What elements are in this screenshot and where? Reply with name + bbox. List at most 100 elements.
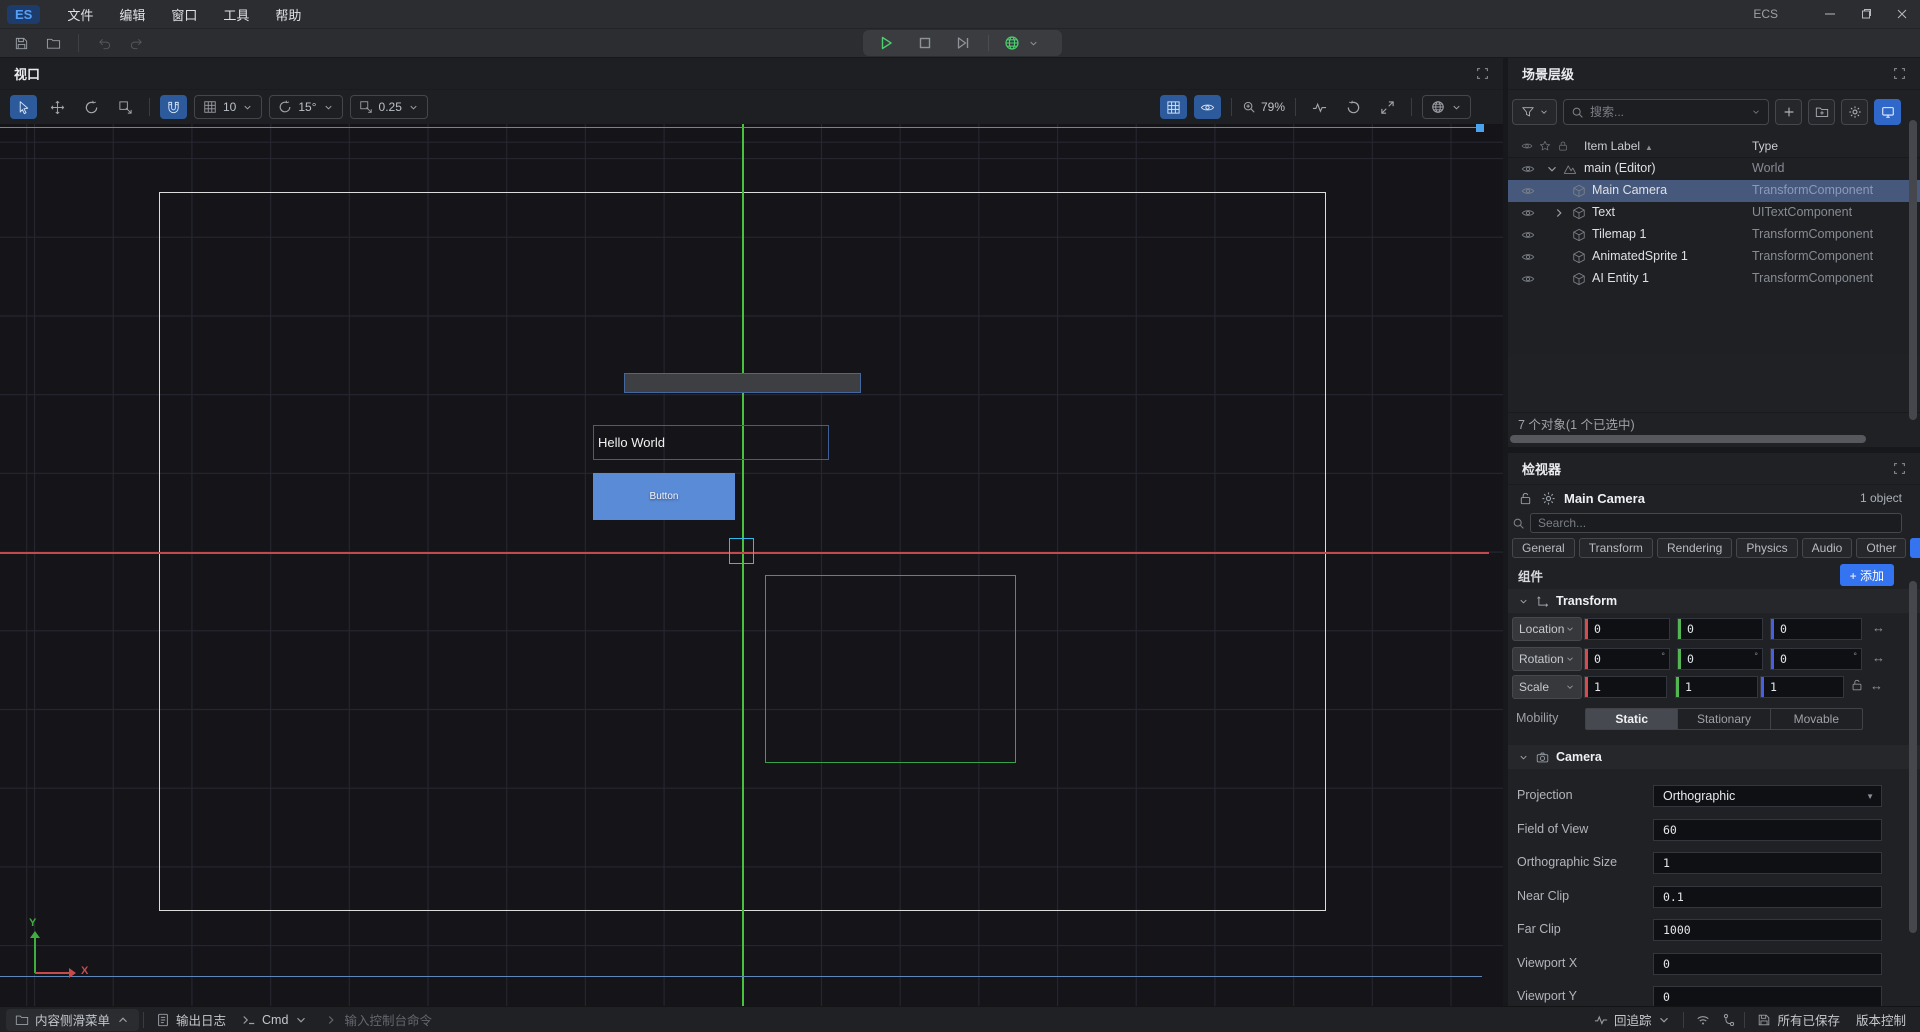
close-button[interactable]	[1884, 0, 1920, 28]
projection-dropdown[interactable]: Orthographic ▼	[1653, 785, 1882, 807]
hierarchy-row-ai-entity[interactable]: AI Entity 1 TransformComponent	[1508, 268, 1920, 290]
gear-icon[interactable]	[1541, 491, 1556, 506]
inspector-search[interactable]	[1530, 513, 1902, 533]
rotation-z-input[interactable]	[1774, 649, 1853, 669]
scale-z-input[interactable]	[1764, 677, 1843, 697]
minimize-button[interactable]	[1812, 0, 1848, 28]
column-item-label[interactable]: Item Label▲	[1584, 139, 1653, 153]
rotation-z-field[interactable]: °	[1770, 648, 1862, 670]
scale-y-input[interactable]	[1679, 677, 1757, 697]
viewport-x-input[interactable]	[1654, 957, 1881, 971]
scale-y-field[interactable]	[1675, 676, 1758, 698]
visibility-eye-icon[interactable]	[1521, 250, 1535, 264]
tab-transform[interactable]: Transform	[1579, 538, 1653, 558]
content-drawer-button[interactable]: 内容侧滑菜单	[6, 1009, 139, 1031]
tab-all[interactable]: All	[1910, 538, 1920, 558]
scene-canvas[interactable]: Hello World Button Y X	[0, 124, 1503, 1006]
save-status[interactable]: 所有已保存	[1749, 1010, 1848, 1029]
visibility-eye-icon[interactable]	[1521, 206, 1535, 220]
undo-button[interactable]	[93, 32, 115, 54]
hierarchy-expand-button[interactable]	[1893, 67, 1906, 80]
branch-button[interactable]	[1718, 1013, 1740, 1027]
menu-tools[interactable]: 工具	[210, 1, 262, 28]
location-y-field[interactable]	[1677, 618, 1763, 640]
tab-physics[interactable]: Physics	[1736, 538, 1797, 558]
camera-section-header[interactable]: Camera	[1508, 745, 1920, 769]
location-dropdown[interactable]: Location	[1512, 617, 1582, 641]
reset-view-button[interactable]	[1340, 95, 1367, 119]
step-button[interactable]	[953, 33, 973, 53]
menu-edit[interactable]: 编辑	[106, 1, 158, 28]
redo-button[interactable]	[125, 32, 147, 54]
location-x-input[interactable]	[1588, 619, 1669, 639]
orthographic-size-field[interactable]	[1653, 852, 1882, 874]
scale-snap-dropdown[interactable]: 0.25	[350, 95, 428, 119]
snap-toggle-button[interactable]	[160, 95, 187, 119]
viewport-y-input[interactable]	[1654, 990, 1881, 1004]
rotation-y-field[interactable]: °	[1677, 648, 1763, 670]
mobility-movable[interactable]: Movable	[1770, 709, 1862, 729]
hierarchy-row-tilemap[interactable]: Tilemap 1 TransformComponent	[1508, 224, 1920, 246]
viewport-y-field[interactable]	[1653, 986, 1882, 1006]
menu-file[interactable]: 文件	[54, 1, 106, 28]
ui-button-element[interactable]: Button	[593, 473, 735, 520]
hierarchy-row-animatedsprite[interactable]: AnimatedSprite 1 TransformComponent	[1508, 246, 1920, 268]
rotate-snap-dropdown[interactable]: 15°	[269, 95, 342, 119]
version-control-button[interactable]: 版本控制	[1848, 1010, 1914, 1029]
far-clip-field[interactable]	[1653, 919, 1882, 941]
maximize-button[interactable]	[1848, 0, 1884, 28]
mobility-stationary[interactable]: Stationary	[1677, 709, 1769, 729]
mobility-static[interactable]: Static	[1586, 709, 1677, 729]
ui-panel-bar[interactable]	[624, 373, 861, 393]
scale-x-input[interactable]	[1588, 677, 1666, 697]
fullscreen-button[interactable]	[1374, 95, 1401, 119]
hierarchy-vertical-scrollbar[interactable]	[1909, 120, 1917, 420]
visibility-eye-icon[interactable]	[1521, 184, 1535, 198]
hierarchy-search[interactable]	[1563, 99, 1769, 125]
save-button[interactable]	[10, 32, 32, 54]
lock-icon[interactable]	[1518, 491, 1533, 506]
tab-general[interactable]: General	[1512, 538, 1575, 558]
tab-rendering[interactable]: Rendering	[1657, 538, 1732, 558]
traceback-dropdown[interactable]: 回追踪	[1586, 1010, 1680, 1029]
near-clip-input[interactable]	[1654, 890, 1881, 904]
scale-x-field[interactable]	[1584, 676, 1667, 698]
play-button[interactable]	[876, 33, 896, 53]
inspector-search-input[interactable]	[1538, 516, 1894, 530]
rotate-tool-button[interactable]	[78, 95, 105, 119]
hierarchy-settings-button[interactable]	[1841, 99, 1868, 125]
add-folder-button[interactable]	[1808, 99, 1835, 125]
scale-tool-button[interactable]	[112, 95, 139, 119]
far-clip-input[interactable]	[1654, 923, 1881, 937]
rotation-dropdown[interactable]: Rotation	[1512, 647, 1582, 671]
run-target-dropdown[interactable]	[1026, 33, 1040, 53]
hierarchy-row-main-camera[interactable]: Main Camera TransformComponent	[1508, 180, 1920, 202]
viewport-link-toggle[interactable]	[1874, 99, 1901, 125]
app-logo[interactable]: ES	[7, 5, 40, 24]
visibility-eye-icon[interactable]	[1521, 272, 1535, 286]
grid-snap-dropdown[interactable]: 10	[194, 95, 262, 119]
run-target-button[interactable]	[1002, 33, 1022, 53]
visibility-eye-icon[interactable]	[1521, 228, 1535, 242]
visibility-eye-icon[interactable]	[1521, 162, 1535, 176]
chevron-right-icon[interactable]	[1552, 206, 1566, 220]
open-folder-button[interactable]	[42, 32, 64, 54]
link-axes-icon[interactable]: ↔	[1870, 679, 1883, 693]
selection-handle[interactable]	[1476, 124, 1484, 132]
hierarchy-row-world[interactable]: main (Editor) World	[1508, 158, 1920, 180]
add-entity-button[interactable]	[1775, 99, 1802, 125]
stop-button[interactable]	[915, 33, 935, 53]
scale-z-field[interactable]	[1760, 676, 1844, 698]
rotation-x-input[interactable]	[1588, 649, 1661, 669]
chevron-down-icon[interactable]	[1545, 162, 1559, 176]
select-tool-button[interactable]	[10, 95, 37, 119]
grid-visibility-toggle[interactable]	[1160, 95, 1187, 119]
column-type[interactable]: Type	[1752, 139, 1778, 153]
rotation-y-input[interactable]	[1681, 649, 1754, 669]
gizmo-visibility-toggle[interactable]	[1194, 95, 1221, 119]
add-component-button[interactable]: + 添加	[1840, 564, 1894, 586]
location-z-field[interactable]	[1770, 618, 1862, 640]
world-view-dropdown[interactable]	[1422, 95, 1471, 119]
viewport-x-field[interactable]	[1653, 953, 1882, 975]
rotation-x-field[interactable]: °	[1584, 648, 1670, 670]
